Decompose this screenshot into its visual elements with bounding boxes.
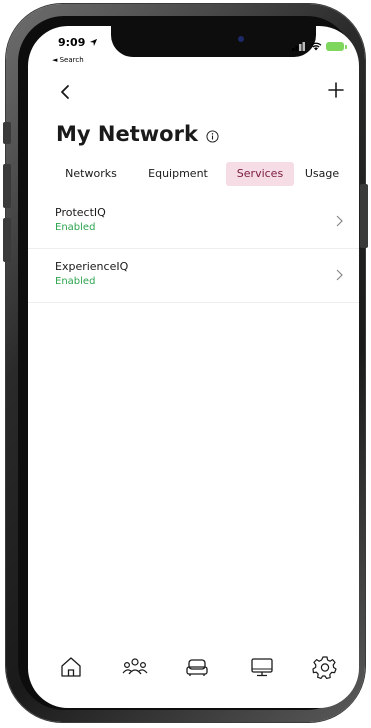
battery-charging-icon: [326, 42, 347, 51]
silent-switch: [3, 122, 11, 144]
home-icon[interactable]: [58, 654, 84, 680]
monitor-icon[interactable]: [249, 654, 275, 680]
wifi-icon: [310, 42, 322, 51]
service-name: ProtectIQ: [55, 206, 106, 219]
notch: [111, 26, 316, 57]
tab-equipment[interactable]: Equipment: [138, 162, 218, 186]
info-icon[interactable]: [206, 129, 219, 143]
page-title-row: My Network: [56, 122, 219, 146]
add-icon[interactable]: [326, 80, 346, 100]
tab-usage[interactable]: Usage: [300, 162, 344, 186]
service-status: Enabled: [55, 222, 96, 233]
service-row-protectiq[interactable]: ProtectIQ Enabled: [28, 196, 359, 249]
signal-icon: [292, 42, 305, 51]
chevron-right-icon: [336, 269, 343, 281]
phone-frame: 9:09 ◄ Search My Network Networks Equipm…: [3, 4, 368, 722]
volume-down-button: [3, 218, 11, 262]
tab-services[interactable]: Services: [226, 162, 294, 186]
people-icon[interactable]: [122, 654, 148, 680]
service-row-experienceiq[interactable]: ExperienceIQ Enabled: [28, 250, 359, 303]
service-name: ExperienceIQ: [55, 260, 129, 273]
tab-bar: Networks Equipment Services Usage: [54, 162, 358, 186]
chevron-right-icon: [336, 215, 343, 227]
volume-up-button: [3, 164, 11, 208]
status-time: 9:09: [58, 36, 98, 49]
status-indicators: [292, 42, 347, 51]
power-button: [360, 184, 368, 248]
phone-screen: 9:09 ◄ Search My Network Networks Equipm…: [28, 26, 359, 708]
page-title: My Network: [56, 122, 198, 146]
service-status: Enabled: [55, 276, 96, 287]
back-arrow-icon[interactable]: [56, 80, 76, 104]
tab-networks[interactable]: Networks: [54, 162, 128, 186]
gear-icon[interactable]: [312, 654, 338, 680]
location-arrow-icon: [90, 38, 98, 47]
bottom-nav: [28, 646, 359, 696]
back-to-search-link[interactable]: ◄ Search: [52, 56, 84, 64]
camera-dot: [238, 36, 244, 42]
couch-icon[interactable]: [184, 654, 210, 680]
